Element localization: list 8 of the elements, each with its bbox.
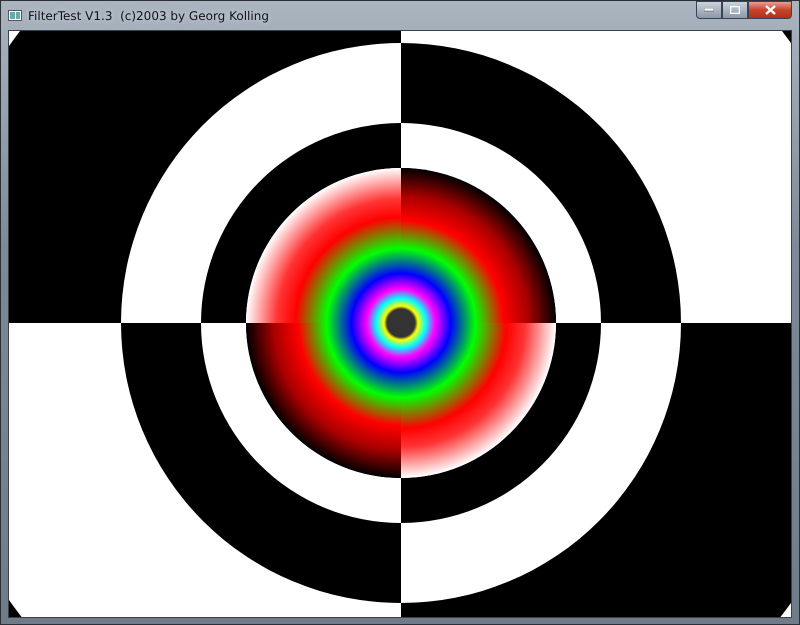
maximize-icon (730, 6, 740, 14)
close-icon (764, 5, 776, 15)
window-title: FilterTest V1.3 (c)2003 by Georg Kolling (28, 8, 270, 22)
close-button[interactable] (748, 1, 792, 19)
minimize-button[interactable] (696, 1, 722, 19)
app-icon (8, 10, 22, 21)
minimize-icon (704, 8, 714, 12)
maximize-button[interactable] (722, 1, 748, 19)
